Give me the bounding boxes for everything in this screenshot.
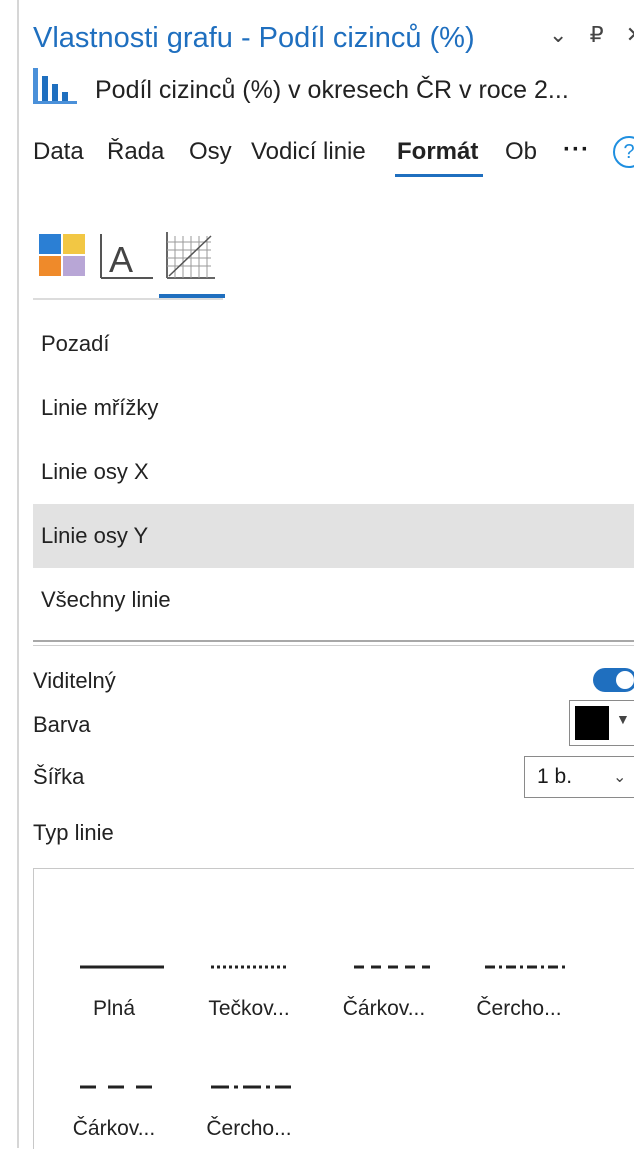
longdashdot-line-icon: [211, 1085, 291, 1089]
line-type-label: Čercho...: [206, 1117, 292, 1140]
width-label: Šířka: [33, 764, 85, 789]
section-divider-shadow: [33, 645, 634, 646]
pane-controls: ⌄ ₽ ✕: [549, 22, 634, 48]
dashed-line-icon: [354, 965, 430, 969]
subtab-baseline: [33, 298, 223, 300]
active-subtab-indicator: [159, 294, 225, 298]
color-label: Barva: [33, 712, 91, 737]
pane-title: Vlastnosti grafu - Podíl cizinců (%): [33, 22, 475, 54]
active-tab-indicator: [395, 174, 483, 177]
dotted-line-icon: [211, 965, 289, 969]
line-type-dotted[interactable]: Tečkov...: [189, 909, 309, 1020]
line-type-label: Plná: [92, 997, 136, 1020]
solid-line-icon: [80, 965, 164, 969]
bar-chart-icon: [33, 68, 77, 104]
more-tabs-icon[interactable]: ···: [563, 136, 590, 164]
grid-lines-icon[interactable]: [163, 228, 223, 284]
close-icon[interactable]: ✕: [626, 22, 634, 48]
dashdot-line-icon: [485, 965, 565, 969]
toggle-knob: [616, 671, 634, 689]
line-type-label: Typ linie: [33, 820, 114, 845]
color-swatch: [575, 706, 609, 740]
line-type-dashdot[interactable]: Čercho...: [459, 909, 579, 1020]
svg-text:A: A: [109, 239, 133, 280]
line-type-label: Čárkov...: [72, 1117, 156, 1140]
line-type-label: Čercho...: [476, 997, 562, 1020]
text-format-icon[interactable]: A: [97, 228, 157, 284]
tab-data[interactable]: Data: [33, 138, 84, 166]
color-picker-button[interactable]: ▼: [569, 700, 634, 746]
chevron-down-icon: ⌄: [613, 769, 627, 786]
tab-ob[interactable]: Ob: [505, 138, 537, 166]
width-value: 1 b.: [537, 765, 573, 788]
list-item-linie-mrizky[interactable]: Linie mřížky: [33, 376, 634, 440]
line-type-label: Čárkov...: [342, 997, 426, 1020]
tab-vodici-linie[interactable]: Vodicí linie: [251, 138, 366, 166]
visible-toggle[interactable]: [593, 668, 634, 692]
chart-selector[interactable]: Podíl cizinců (%) v okresech ČR v roce 2…: [33, 66, 633, 106]
width-select[interactable]: 1 b. ⌄: [524, 756, 634, 798]
line-type-label: Tečkov...: [208, 997, 290, 1020]
chart-name: Podíl cizinců (%) v okresech ČR v roce 2…: [95, 76, 569, 104]
tab-format[interactable]: Formát: [397, 138, 478, 166]
line-type-solid[interactable]: Plná: [54, 909, 174, 1020]
list-item-linie-osy-x[interactable]: Linie osy X: [33, 440, 634, 504]
tab-bar: Data Řada Osy Vodicí linie Formát Ob ···…: [33, 136, 634, 178]
color-theme-icon[interactable]: [37, 228, 97, 284]
list-item-vsechny-linie[interactable]: Všechny linie: [33, 568, 634, 632]
chevron-down-icon[interactable]: ⌄: [549, 22, 567, 48]
line-type-longdashdot[interactable]: Čercho...: [189, 1029, 309, 1140]
tab-rada[interactable]: Řada: [107, 138, 164, 166]
line-type-longdash[interactable]: Čárkov...: [54, 1029, 174, 1140]
chart-element-list: Pozadí Linie mřížky Linie osy X Linie os…: [33, 312, 634, 632]
pin-icon[interactable]: ₽: [590, 22, 604, 48]
visible-label: Viditelný: [33, 668, 116, 693]
line-type-gallery: Plná Tečkov... Čárkov... Čercho... Čárko…: [33, 868, 634, 1149]
format-subtabs: A: [33, 228, 633, 300]
tab-osy[interactable]: Osy: [189, 138, 232, 166]
chevron-down-icon: ▼: [616, 711, 630, 727]
chart-properties-pane: Vlastnosti grafu - Podíl cizinců (%) ⌄ ₽…: [19, 0, 634, 1149]
list-item-pozadi[interactable]: Pozadí: [33, 312, 634, 376]
section-divider[interactable]: [33, 640, 634, 642]
help-icon[interactable]: ?: [613, 136, 634, 168]
line-type-dashed[interactable]: Čárkov...: [324, 909, 444, 1020]
longdash-line-icon: [80, 1085, 160, 1089]
list-item-linie-osy-y[interactable]: Linie osy Y: [33, 504, 634, 568]
